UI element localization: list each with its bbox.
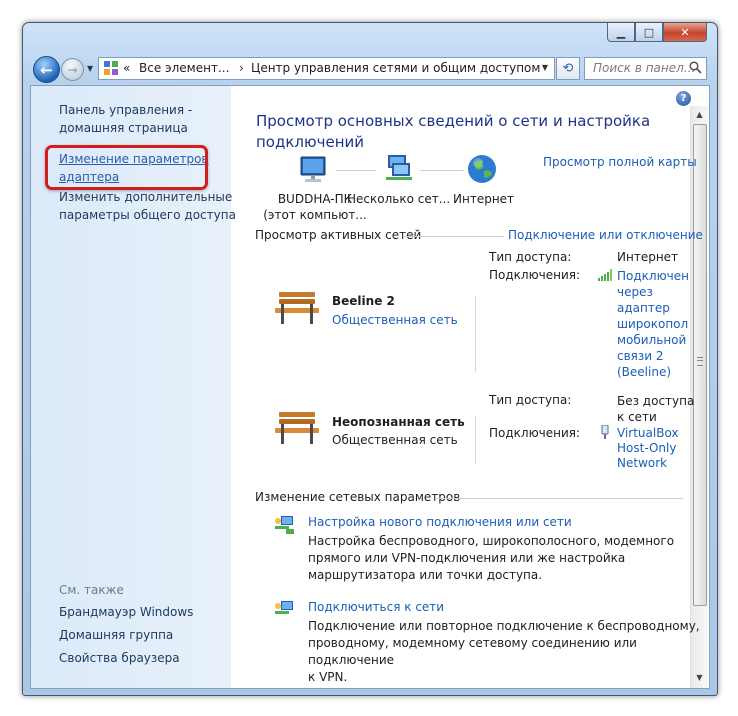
page-title-line1: Просмотр основных сведений о сети и наст… — [256, 112, 651, 130]
highlight-box — [45, 145, 208, 190]
setup-new-connection-description: Настройка беспроводного, широкополосного… — [308, 533, 674, 584]
firewall-link[interactable]: Брандмауэр Windows — [59, 605, 193, 619]
connect-to-network-description: Подключение или повторное подключение к … — [308, 618, 709, 686]
conn2-line1: VirtualBox — [617, 426, 679, 440]
see-also-heading: См. также — [59, 583, 124, 597]
network-2-adapter-link[interactable]: VirtualBox Host-Only Network — [617, 426, 679, 471]
internet-label: Интернет — [453, 192, 515, 206]
conn2-line3: Network — [617, 456, 668, 470]
address-chevron[interactable]: « — [123, 61, 130, 75]
conn1-line1: Подключен — [617, 269, 689, 283]
breadcrumb-all-items[interactable]: Все элемент... — [139, 61, 229, 75]
task1-desc-line3: маршрутизатора или точки доступа. — [308, 568, 543, 582]
scroll-thumb[interactable] — [693, 124, 707, 606]
network-1-type-link[interactable]: Общественная сеть — [332, 313, 458, 327]
conn1-line6: связи 2 — [617, 349, 664, 363]
recent-pages-dropdown-icon[interactable]: ▼ — [87, 64, 93, 73]
network-1-access-value: Интернет — [617, 250, 679, 264]
page-title: Просмотр основных сведений о сети и наст… — [256, 111, 656, 153]
network-adapter-icon — [600, 424, 610, 442]
change-settings-heading: Изменение сетевых параметров — [255, 490, 461, 504]
conn1-line4: широкопол — [617, 317, 689, 331]
sharing-link-line1: Изменить дополнительные — [59, 190, 233, 204]
internet-globe-icon — [466, 153, 498, 188]
computer-desc: (этот компьют... — [263, 208, 367, 222]
address-dropdown-icon[interactable]: ▼ — [542, 63, 548, 72]
map-connector-2 — [420, 170, 464, 171]
task2-desc-line3: к VPN. — [308, 670, 348, 684]
scroll-grip-icon — [697, 357, 703, 366]
forward-button[interactable]: → — [61, 58, 84, 81]
address-bar[interactable]: « Все элемент... › Центр управления сетя… — [98, 57, 555, 80]
public-network-bench-icon — [273, 410, 321, 444]
content-area: Панель управления - домашняя страница Из… — [30, 85, 710, 689]
active-header-rule — [404, 236, 504, 237]
task2-desc-line2: проводному, модемному сетевому соединени… — [308, 636, 637, 667]
network-1-divider — [475, 296, 476, 372]
minimize-button[interactable]: ▁ — [607, 23, 635, 42]
new-connection-icon — [273, 514, 297, 539]
conn1-line5: мобильной — [617, 333, 687, 347]
network-2-divider — [475, 416, 476, 464]
home-link-line2: домашняя страница — [59, 121, 188, 135]
connect-to-network-icon — [273, 599, 297, 624]
search-placeholder: Поиск в панел... — [593, 61, 696, 75]
left-pane: Панель управления - домашняя страница Из… — [31, 86, 236, 688]
homegroup-link[interactable]: Домашняя группа — [59, 628, 173, 642]
network-2-name: Неопознанная сеть — [332, 415, 465, 429]
task1-desc-line1: Настройка беспроводного, широкополосного… — [308, 534, 675, 548]
computer-icon — [297, 155, 333, 188]
scroll-up-icon[interactable]: ▲ — [691, 106, 708, 123]
map-connector-1 — [336, 170, 376, 171]
access2-line1: Без доступа — [617, 394, 695, 408]
task1-desc-line2: прямого или VPN-подключения или же настр… — [308, 551, 626, 565]
conn1-line7: (Beeline) — [617, 365, 672, 379]
conn1-line3: адаптер — [617, 301, 670, 315]
close-button[interactable]: ✕ — [663, 23, 707, 42]
network-2-access-value: Без доступа к сети — [617, 393, 694, 425]
network-1-adapter-link[interactable]: Подключен через адаптер широкопол мобиль… — [617, 268, 689, 380]
network-1-conn-label: Подключения: — [489, 268, 581, 282]
setup-new-connection-link[interactable]: Настройка нового подключения или сети — [308, 515, 572, 529]
title-buttons: ▁ □ ✕ — [607, 23, 707, 43]
conn1-line2: через — [617, 285, 653, 299]
task2-desc-line1: Подключение или повторное подключение к … — [308, 619, 700, 633]
refresh-button[interactable]: ⟲ — [556, 57, 580, 80]
active-networks-heading: Просмотр активных сетей — [255, 228, 422, 242]
control-panel-icon — [104, 61, 118, 75]
search-input[interactable]: Поиск в панел... — [584, 57, 707, 80]
change-header-rule — [435, 498, 683, 499]
network-1-name: Beeline 2 — [332, 294, 395, 308]
help-icon[interactable]: ? — [676, 91, 691, 106]
access2-line2: к сети — [617, 410, 657, 424]
back-button[interactable]: ← — [33, 56, 60, 83]
maximize-button[interactable]: □ — [635, 23, 663, 42]
page-title-line2: подключений — [256, 133, 365, 151]
change-sharing-settings-link[interactable]: Изменить дополнительные параметры общего… — [59, 188, 236, 224]
public-network-bench-icon — [273, 290, 321, 324]
multiple-networks-icon — [382, 153, 416, 186]
connect-disconnect-link[interactable]: Подключение или отключение — [508, 228, 703, 242]
network-1-access-label: Тип доступа: — [489, 250, 572, 264]
network-2-access-label: Тип доступа: — [489, 393, 572, 407]
browser-properties-link[interactable]: Свойства браузера — [59, 651, 180, 665]
control-panel-home-link[interactable]: Панель управления - домашняя страница — [59, 101, 192, 137]
signal-strength-icon — [598, 269, 612, 284]
home-link-line1: Панель управления - — [59, 103, 193, 117]
connect-to-network-link[interactable]: Подключиться к сети — [308, 600, 444, 614]
breadcrumb-separator[interactable]: › — [239, 61, 244, 75]
conn2-line2: Host-Only — [617, 441, 677, 455]
network-2-type: Общественная сеть — [332, 433, 458, 447]
sharing-link-line2: параметры общего доступа — [59, 208, 236, 222]
networks-label: Несколько сет... — [347, 192, 451, 206]
network-2-conn-label: Подключения: — [489, 426, 581, 440]
view-full-map-link[interactable]: Просмотр полной карты — [543, 155, 697, 169]
breadcrumb-network-center[interactable]: Центр управления сетями и общим доступом — [251, 61, 540, 75]
search-icon[interactable] — [689, 61, 702, 77]
